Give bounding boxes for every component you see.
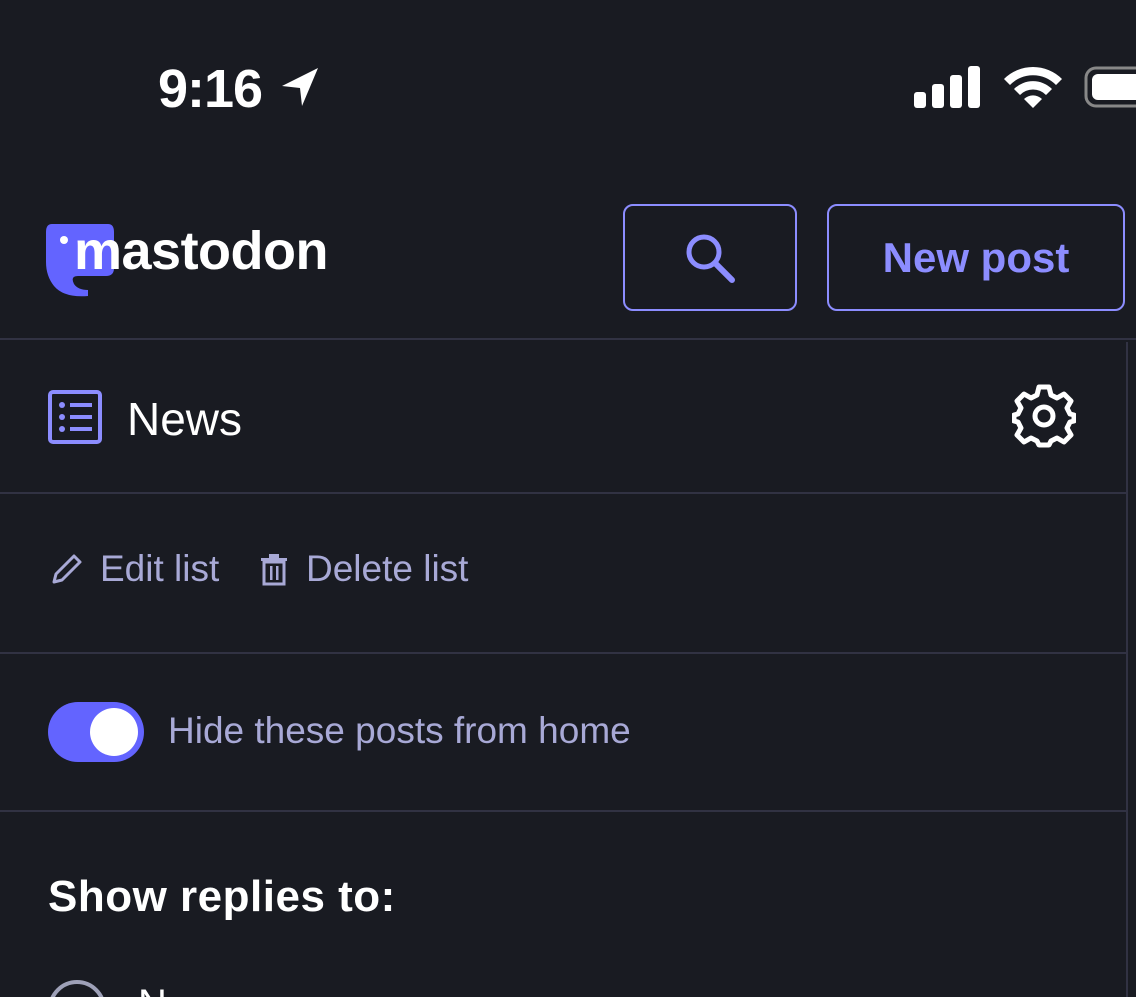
cellular-signal-icon (914, 66, 980, 108)
logo-text: mastodon (74, 221, 329, 281)
list-header: News (0, 342, 1128, 494)
list-title: News (127, 393, 243, 445)
mastodon-logo[interactable]: mastodon (44, 220, 329, 300)
gear-icon[interactable] (1012, 384, 1076, 448)
list-column: News Edit list Delete list Hide these po… (0, 342, 1128, 997)
trash-icon (261, 554, 287, 586)
delete-list-button[interactable]: Delete list (258, 548, 468, 590)
hide-from-home-toggle[interactable] (48, 702, 144, 762)
list-actions: Edit list Delete list (0, 494, 1128, 654)
battery-icon (1084, 66, 1136, 108)
status-bar: 9:16 (0, 0, 1136, 180)
hide-from-home-row: Hide these posts from home (0, 654, 1128, 812)
status-time: 9:16 (158, 59, 263, 119)
delete-list-label: Delete list (306, 548, 469, 589)
replies-option-label: N (138, 982, 167, 997)
show-replies-heading: Show replies to: (48, 872, 396, 921)
wifi-icon (1004, 66, 1062, 108)
edit-list-button[interactable]: Edit list (50, 548, 219, 590)
new-post-button[interactable]: New post (827, 204, 1125, 311)
edit-list-label: Edit list (100, 548, 220, 589)
app-header: mastodon New post (0, 180, 1136, 340)
search-icon (686, 234, 735, 283)
location-arrow-icon (282, 68, 318, 106)
app-screen: 9:16 mastodon New post News Edit list De… (0, 0, 1136, 997)
toggle-knob (90, 708, 138, 756)
search-button[interactable] (623, 204, 797, 311)
hide-from-home-label: Hide these posts from home (168, 710, 631, 751)
pencil-icon (52, 554, 82, 584)
list-icon (48, 390, 102, 444)
